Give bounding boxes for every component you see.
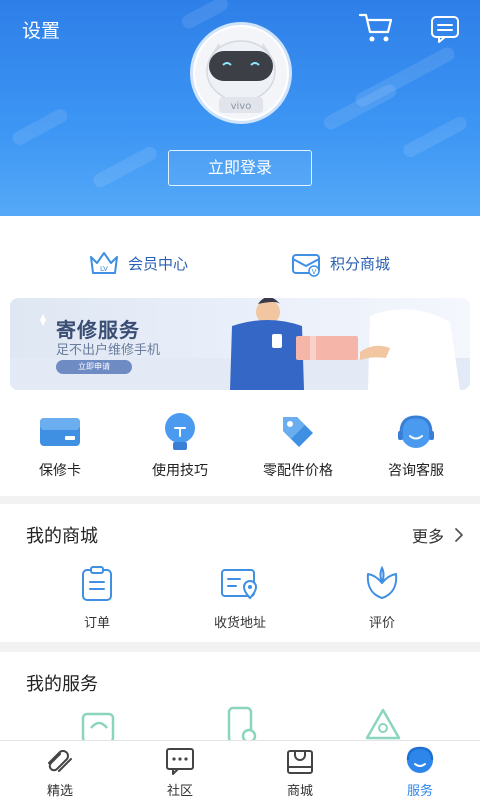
featured-icon: [48, 750, 72, 772]
avatar-brand: vivo: [231, 101, 252, 112]
orders-button[interactable]: 订单: [37, 566, 157, 631]
tab-service-label: 服务: [406, 784, 433, 799]
service-icon: [406, 746, 434, 773]
tab-mall[interactable]: 商城: [260, 746, 340, 799]
apply-now-button[interactable]: 立即申请: [56, 360, 132, 374]
my-mall-title: 我的商城: [26, 526, 98, 547]
warranty-card-label: 保修卡: [39, 463, 81, 479]
my-service-title: 我的服务: [26, 674, 98, 695]
tab-service[interactable]: 服务: [380, 746, 460, 799]
chevron-right-icon: [455, 528, 463, 542]
decor-streak: [321, 82, 399, 132]
mall-icon: [287, 750, 313, 774]
order-icon: [82, 566, 112, 601]
repair-service-banner[interactable]: 寄修服务 足不出户维修手机 立即申请: [10, 298, 470, 390]
crown-icon: LV: [90, 252, 118, 274]
tab-community-label: 社区: [166, 784, 193, 799]
message-icon[interactable]: [430, 14, 460, 44]
svg-text:LV: LV: [100, 265, 108, 273]
banner-subtitle: 足不出户维修手机: [56, 343, 161, 358]
tab-community[interactable]: 社区: [140, 746, 220, 799]
settings-button[interactable]: 设置: [22, 16, 60, 43]
more-link[interactable]: 更多: [412, 523, 464, 547]
tab-mall-label: 商城: [286, 784, 313, 799]
community-icon: [166, 748, 194, 775]
address-button[interactable]: 收货地址: [180, 566, 300, 631]
svg-text:V: V: [312, 268, 317, 276]
customer-service-label: 咨询客服: [388, 463, 444, 479]
usage-tips-button[interactable]: 使用技巧: [130, 412, 230, 480]
price-tag-icon: [283, 417, 313, 447]
warranty-card-button[interactable]: 保修卡: [10, 412, 110, 480]
lightbulb-icon: [165, 413, 195, 450]
avatar[interactable]: vivo: [190, 22, 292, 124]
points-mall-link[interactable]: V 积分商城: [290, 248, 390, 278]
decor-streak: [90, 144, 160, 190]
orders-label: 订单: [83, 616, 110, 631]
review-icon: [366, 566, 398, 599]
review-button[interactable]: 评价: [322, 566, 442, 631]
tab-featured[interactable]: 精选: [20, 746, 100, 799]
usage-tips-label: 使用技巧: [152, 463, 208, 479]
robot-avatar-icon: vivo: [195, 27, 287, 119]
vip-center-link[interactable]: LV 会员中心: [88, 248, 188, 278]
review-label: 评价: [368, 616, 395, 631]
points-mall-label: 积分商城: [330, 254, 391, 273]
login-button[interactable]: 立即登录: [168, 150, 312, 186]
more-label: 更多: [411, 527, 444, 546]
parts-price-button[interactable]: 零配件价格: [248, 412, 348, 480]
vip-center-label: 会员中心: [128, 254, 189, 273]
address-icon: [221, 569, 258, 600]
cart-icon[interactable]: [358, 12, 394, 44]
warranty-card-icon: [40, 418, 80, 446]
decor-streak: [10, 106, 70, 148]
customer-service-icon: [398, 415, 434, 448]
parts-price-label: 零配件价格: [263, 463, 333, 479]
tab-featured-label: 精选: [46, 784, 73, 799]
decor-streak: [400, 114, 470, 160]
points-bag-icon: V: [292, 254, 320, 277]
address-label: 收货地址: [213, 616, 266, 631]
customer-service-button[interactable]: 咨询客服: [366, 412, 466, 480]
